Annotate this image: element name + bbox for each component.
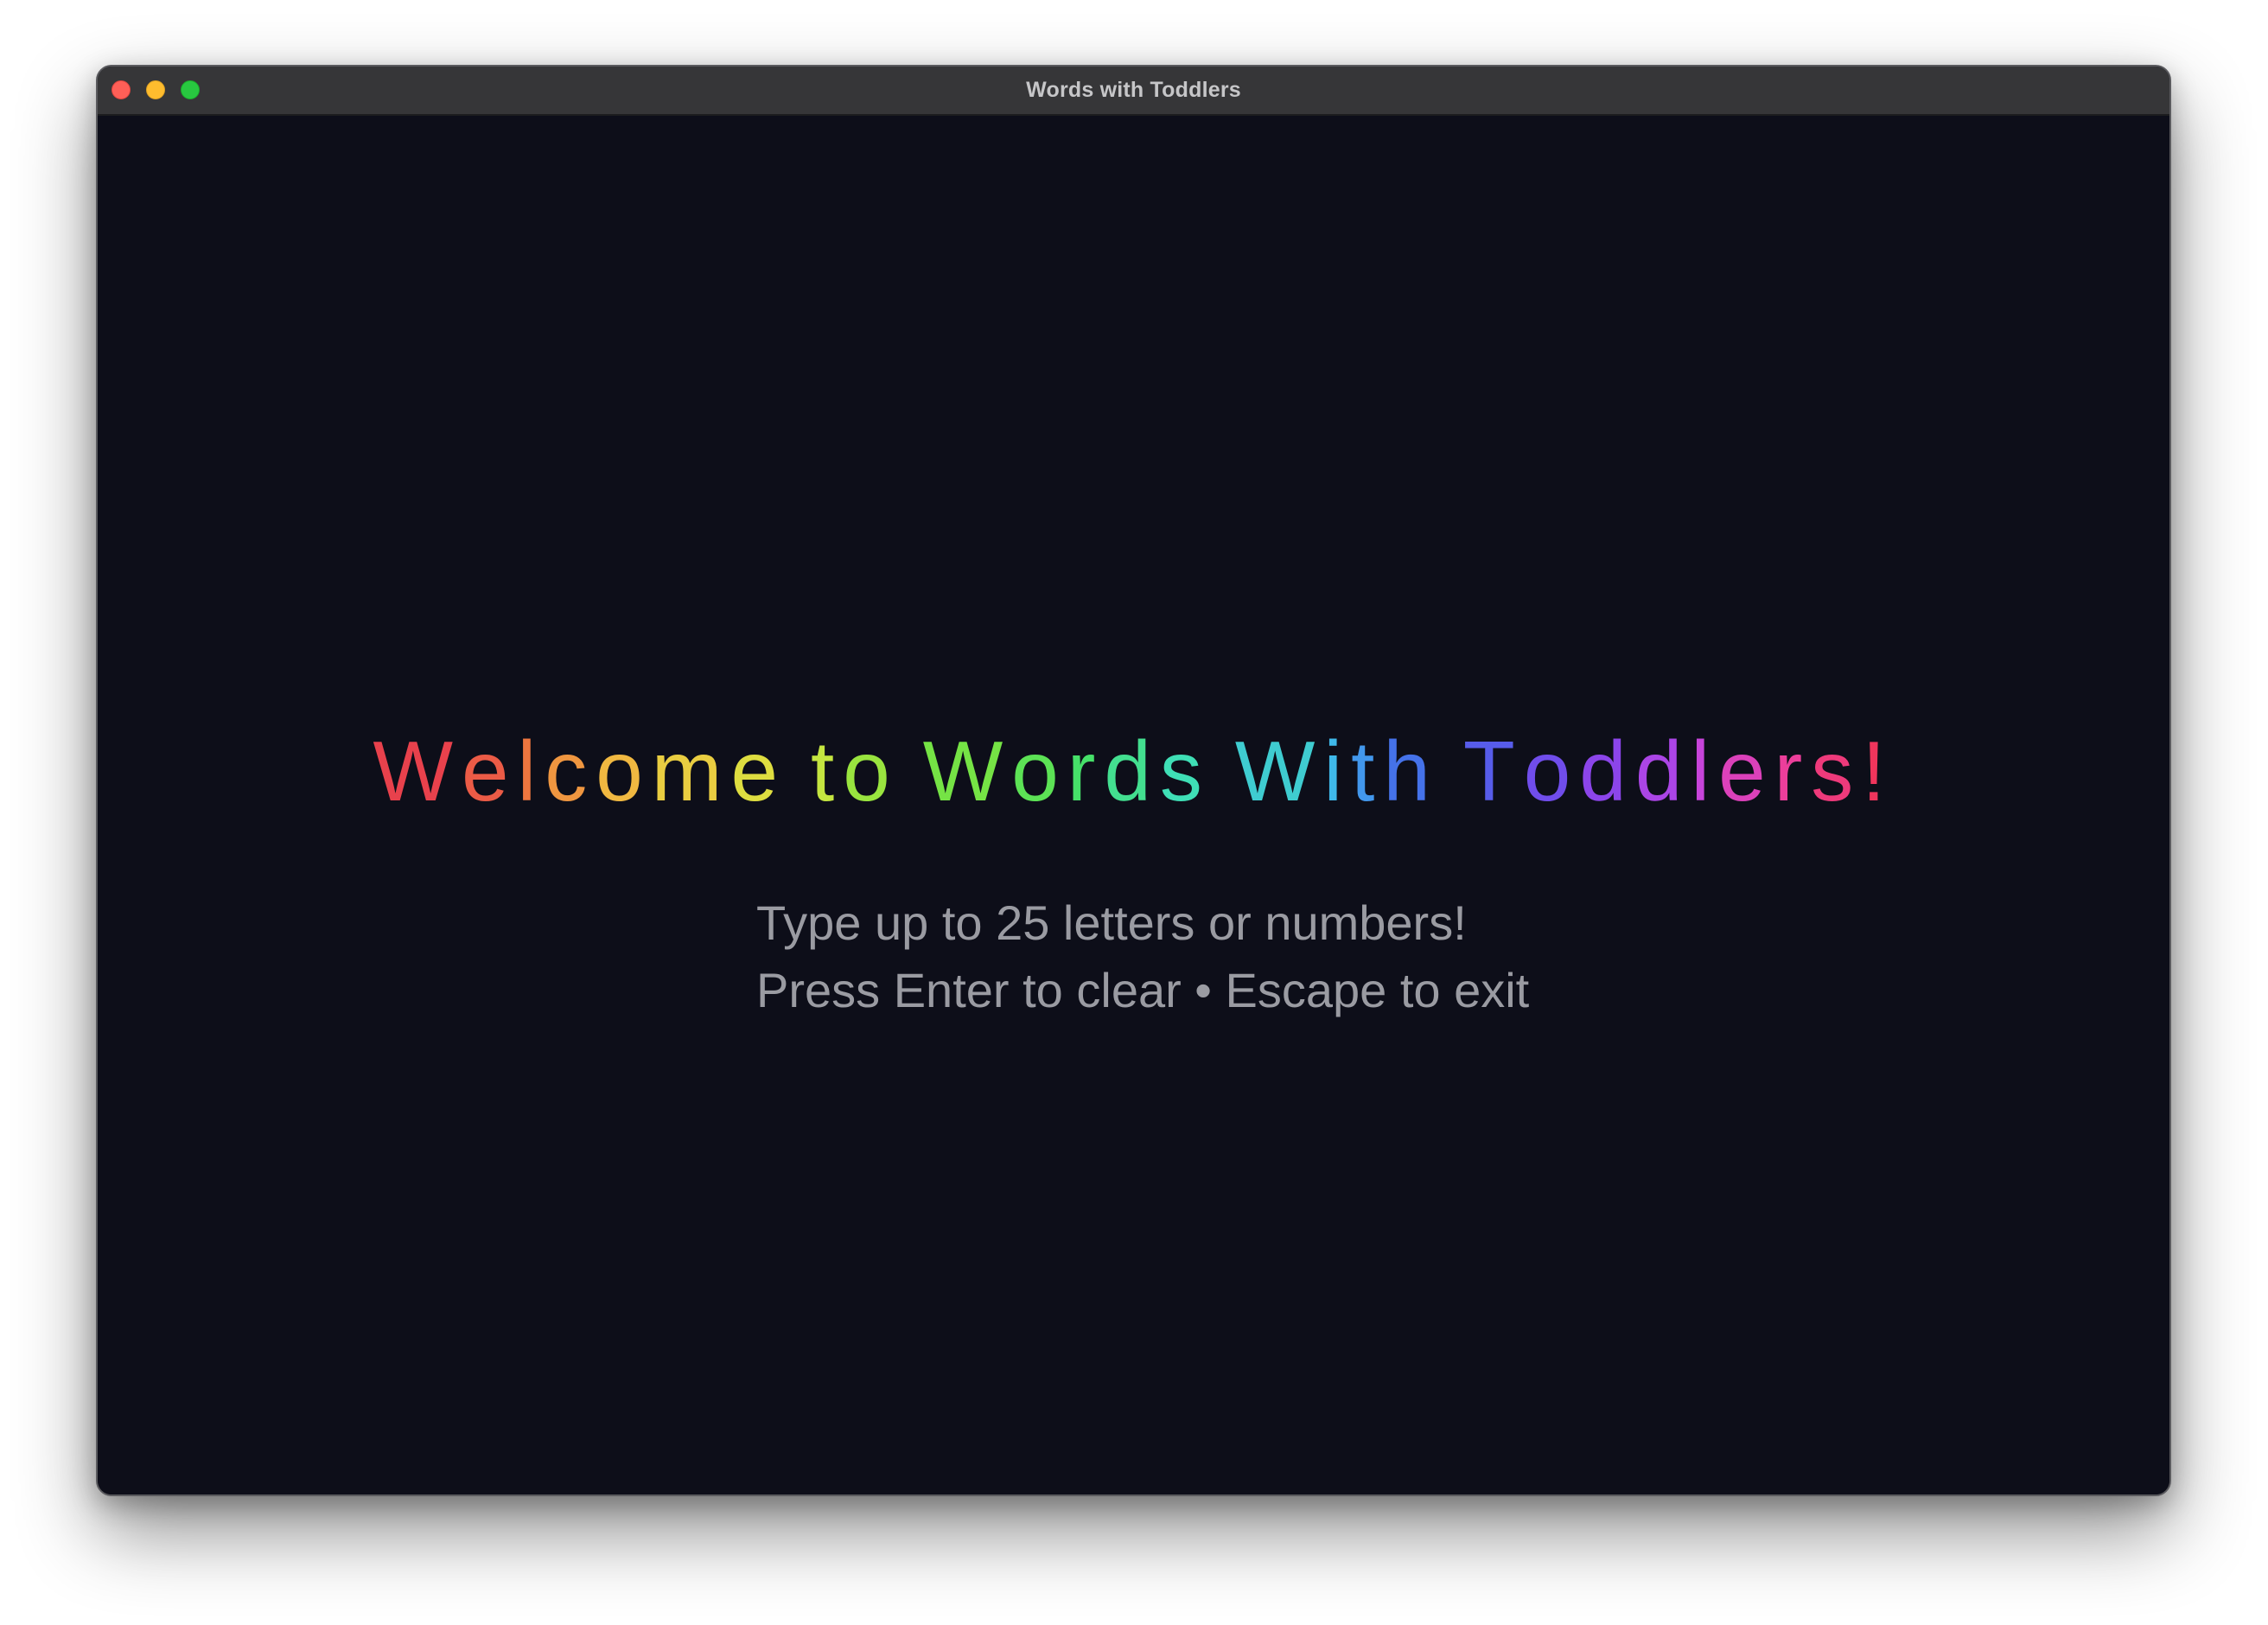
welcome-letter: o xyxy=(1011,723,1067,819)
window-controls xyxy=(111,80,200,99)
instruction-line-1: Type up to 25 letters or numbers! xyxy=(756,895,1467,950)
maximize-window-button[interactable] xyxy=(181,80,200,99)
welcome-letter: h xyxy=(1383,723,1439,819)
main-content[interactable]: Welcome to Words With Toddlers! Type up … xyxy=(98,116,2169,1494)
welcome-letter: d xyxy=(1634,723,1691,819)
welcome-letter: W xyxy=(373,723,462,819)
title-bar[interactable]: Words with Toddlers xyxy=(98,67,2169,116)
welcome-space xyxy=(787,721,811,823)
welcome-space xyxy=(899,721,923,823)
welcome-letter: r xyxy=(1774,723,1812,819)
app-window: Words with Toddlers Welcome to Words Wit… xyxy=(96,65,2171,1496)
welcome-letter: t xyxy=(810,723,844,819)
welcome-letter: W xyxy=(1234,723,1324,819)
welcome-letter: T xyxy=(1462,723,1524,819)
welcome-letter: c xyxy=(545,723,596,819)
welcome-letter: t xyxy=(1351,723,1384,819)
instruction-line-2: Press Enter to clear • Escape to exit xyxy=(756,963,1530,1017)
welcome-letter: e xyxy=(1718,723,1774,819)
welcome-letter: d xyxy=(1579,723,1635,819)
welcome-space xyxy=(1211,721,1235,823)
welcome-letter: o xyxy=(596,723,652,819)
welcome-heading: Welcome to Words With Toddlers! xyxy=(98,721,2169,823)
welcome-letter: W xyxy=(922,723,1012,819)
welcome-letter: l xyxy=(1691,723,1719,819)
window-title: Words with Toddlers xyxy=(1026,78,1241,102)
welcome-letter: m xyxy=(651,723,731,819)
welcome-letter: d xyxy=(1104,723,1160,819)
close-window-button[interactable] xyxy=(111,80,131,99)
welcome-letter: e xyxy=(461,723,518,819)
instructions: Type up to 25 letters or numbers! Press … xyxy=(756,889,1529,1024)
minimize-window-button[interactable] xyxy=(146,80,165,99)
welcome-letter: ! xyxy=(1862,723,1895,819)
welcome-letter: s xyxy=(1159,723,1211,819)
welcome-letter: s xyxy=(1811,723,1863,819)
welcome-space xyxy=(1439,721,1463,823)
welcome-letter: e xyxy=(730,723,787,819)
welcome-letter: i xyxy=(1323,723,1352,819)
welcome-letter: r xyxy=(1067,723,1105,819)
welcome-letter: l xyxy=(517,723,545,819)
welcome-letter: o xyxy=(1523,723,1580,819)
welcome-letter: o xyxy=(843,723,899,819)
